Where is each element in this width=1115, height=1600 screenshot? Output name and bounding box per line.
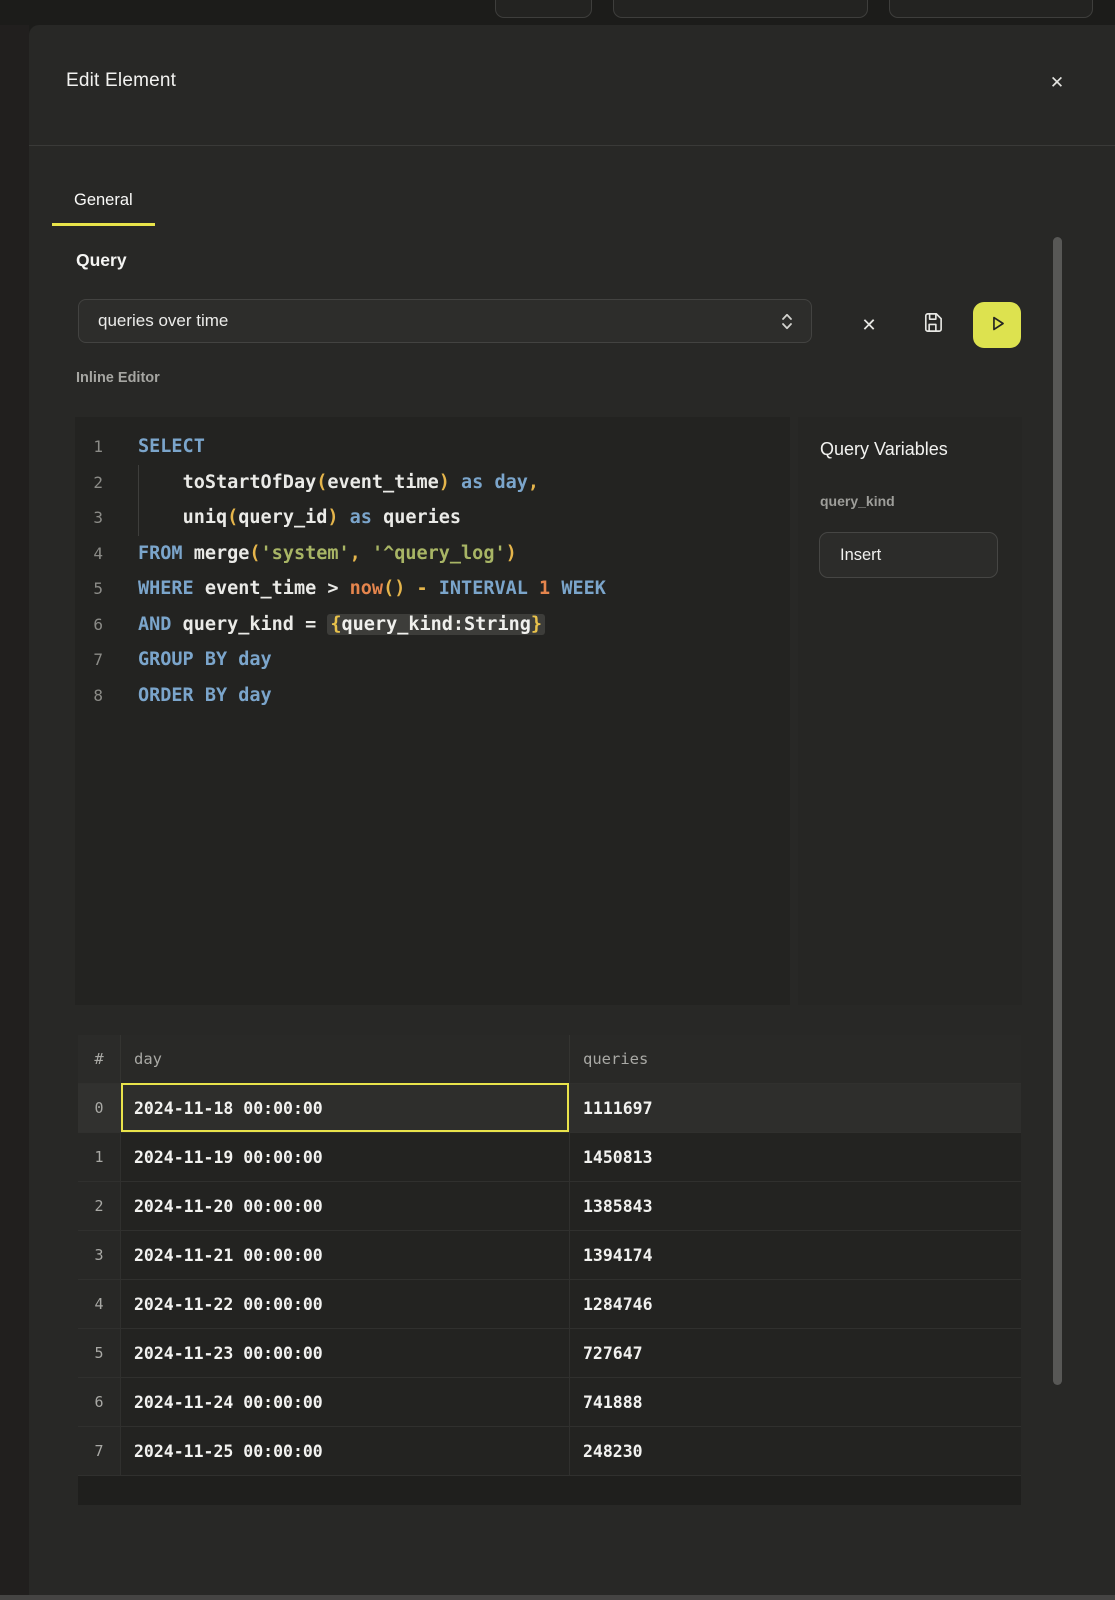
cell-queries-4[interactable]: 1284746 <box>569 1280 1021 1328</box>
line-number: 6 <box>75 607 103 643</box>
clear-icon: ✕ <box>861 315 876 336</box>
row-index-cell[interactable]: 0 <box>78 1084 120 1132</box>
table-row-3: 32024-11-21 00:00:001394174 <box>78 1230 1021 1279</box>
run-query-button[interactable] <box>973 302 1021 348</box>
table-row-7: 72024-11-25 00:00:00248230 <box>78 1426 1021 1475</box>
save-icon <box>921 311 944 339</box>
modal-scrollbar[interactable] <box>1053 237 1062 1385</box>
table-row-5: 52024-11-23 00:00:00727647 <box>78 1328 1021 1377</box>
cell-queries-3[interactable]: 1394174 <box>569 1231 1021 1279</box>
code-line-3[interactable]: 3 uniq(query_id) as queries <box>75 500 790 536</box>
row-index-cell[interactable]: 5 <box>78 1329 120 1377</box>
code-text: toStartOfDay(event_time) as day, <box>138 465 539 501</box>
code-text: uniq(query_id) as queries <box>138 500 461 536</box>
indent-guide <box>138 465 139 501</box>
cell-day-3[interactable]: 2024-11-21 00:00:00 <box>120 1231 569 1279</box>
indent-guide <box>138 500 139 536</box>
cell-queries-2[interactable]: 1385843 <box>569 1182 1021 1230</box>
clear-query-button[interactable]: ✕ <box>849 305 889 345</box>
row-index-cell[interactable]: 7 <box>78 1427 120 1475</box>
background-button-2[interactable] <box>613 0 868 18</box>
cell-day-2[interactable]: 2024-11-20 00:00:00 <box>120 1182 569 1230</box>
cell-queries-1[interactable]: 1450813 <box>569 1133 1021 1181</box>
cell-queries-0[interactable]: 1111697 <box>569 1084 1021 1132</box>
query-variables-title: Query Variables <box>820 439 948 460</box>
background-toolbar <box>0 0 1115 25</box>
row-index-cell[interactable]: 1 <box>78 1133 120 1181</box>
variable-name-label: query_kind <box>820 493 895 509</box>
row-index-cell[interactable]: 4 <box>78 1280 120 1328</box>
app-background: Edit Element ✕ General Query queries ove… <box>0 0 1115 1600</box>
cell-day-4[interactable]: 2024-11-22 00:00:00 <box>120 1280 569 1328</box>
cell-day-6[interactable]: 2024-11-24 00:00:00 <box>120 1378 569 1426</box>
line-number: 1 <box>75 429 103 465</box>
sql-editor[interactable]: 1SELECT2 toStartOfDay(event_time) as day… <box>75 417 790 1005</box>
line-number: 5 <box>75 571 103 607</box>
cell-day-5[interactable]: 2024-11-23 00:00:00 <box>120 1329 569 1377</box>
row-index-cell[interactable]: 2 <box>78 1182 120 1230</box>
query-section-label: Query <box>76 250 127 271</box>
code-text: FROM merge('system', '^query_log') <box>138 536 517 572</box>
code-line-7[interactable]: 7 GROUP BY day <box>75 642 790 678</box>
code-line-6[interactable]: 6 AND query_kind = {query_kind:String} <box>75 607 790 643</box>
code-text: SELECT <box>138 429 205 465</box>
row-index-cell[interactable]: 6 <box>78 1378 120 1426</box>
code-lines: 1SELECT2 toStartOfDay(event_time) as day… <box>75 429 790 713</box>
cell-queries-7[interactable]: 248230 <box>569 1427 1021 1475</box>
query-variables-panel: Query Variables query_kind Insert <box>798 417 1022 1005</box>
modal-title: Edit Element <box>66 70 176 92</box>
close-icon[interactable]: ✕ <box>1037 65 1077 101</box>
modal-header: Edit Element ✕ <box>29 25 1115 146</box>
modal-backdrop <box>0 25 29 1600</box>
table-row-0: 02024-11-18 00:00:001111697 <box>78 1083 1021 1132</box>
code-text: ORDER BY day <box>138 678 272 714</box>
code-text: WHERE event_time > now() - INTERVAL 1 WE… <box>138 571 606 607</box>
row-index-cell[interactable]: 3 <box>78 1231 120 1279</box>
column-header-queries: queries <box>569 1035 1021 1083</box>
code-line-4[interactable]: 4 FROM merge('system', '^query_log') <box>75 536 790 572</box>
code-line-5[interactable]: 5 WHERE event_time > now() - INTERVAL 1 W… <box>75 571 790 607</box>
cell-day-0[interactable]: 2024-11-18 00:00:00 <box>120 1084 569 1132</box>
column-header-index: # <box>78 1035 120 1083</box>
results-header-row: #dayqueries <box>78 1035 1021 1083</box>
code-line-2[interactable]: 2 toStartOfDay(event_time) as day, <box>75 465 790 501</box>
code-text: AND query_kind = {query_kind:String} <box>138 607 545 643</box>
line-number: 8 <box>75 678 103 714</box>
code-line-8[interactable]: 8 ORDER BY day <box>75 678 790 714</box>
chevron-updown-icon <box>779 311 795 332</box>
window-bottom-edge <box>0 1595 1115 1600</box>
query-select-value: queries over time <box>98 311 228 331</box>
tab-general[interactable]: General <box>52 177 155 226</box>
line-number: 7 <box>75 642 103 678</box>
results-table: #dayqueries02024-11-18 00:00:00111169712… <box>78 1035 1021 1505</box>
column-header-day: day <box>120 1035 569 1083</box>
play-icon <box>988 314 1007 336</box>
cell-queries-6[interactable]: 741888 <box>569 1378 1021 1426</box>
table-row-2: 22024-11-20 00:00:001385843 <box>78 1181 1021 1230</box>
table-row-6: 62024-11-24 00:00:00741888 <box>78 1377 1021 1426</box>
table-row-4: 42024-11-22 00:00:001284746 <box>78 1279 1021 1328</box>
background-button-3[interactable] <box>889 0 1093 18</box>
save-query-button[interactable] <box>912 305 952 345</box>
cell-day-1[interactable]: 2024-11-19 00:00:00 <box>120 1133 569 1181</box>
edit-element-modal: Edit Element ✕ General Query queries ove… <box>29 25 1115 1600</box>
results-table-footer <box>78 1475 1021 1505</box>
code-line-1[interactable]: 1 SELECT <box>75 429 790 465</box>
code-text: GROUP BY day <box>138 642 272 678</box>
cell-queries-5[interactable]: 727647 <box>569 1329 1021 1377</box>
query-select[interactable]: queries over time <box>78 299 812 343</box>
insert-variable-button[interactable]: Insert <box>819 532 998 578</box>
results-grid: #dayqueries02024-11-18 00:00:00111169712… <box>78 1035 1021 1475</box>
line-number: 3 <box>75 500 103 536</box>
background-button-1[interactable] <box>495 0 592 18</box>
line-number: 4 <box>75 536 103 572</box>
table-row-1: 12024-11-19 00:00:001450813 <box>78 1132 1021 1181</box>
cell-day-7[interactable]: 2024-11-25 00:00:00 <box>120 1427 569 1475</box>
line-number: 2 <box>75 465 103 501</box>
inline-editor-label: Inline Editor <box>76 370 160 386</box>
